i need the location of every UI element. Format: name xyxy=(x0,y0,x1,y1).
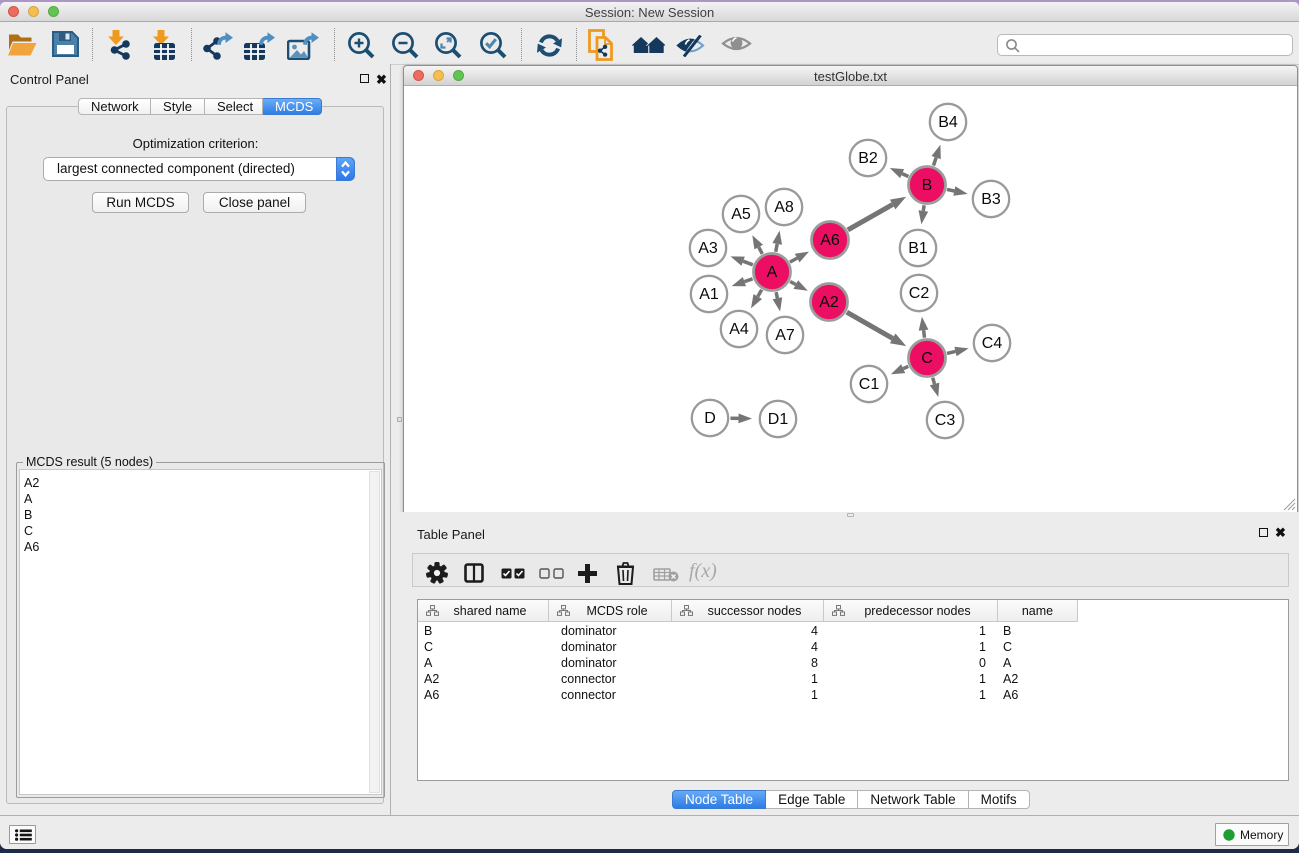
svg-text:C: C xyxy=(921,350,933,367)
svg-text:C4: C4 xyxy=(982,335,1003,352)
svg-text:C3: C3 xyxy=(935,412,956,429)
svg-text:A3: A3 xyxy=(698,240,718,257)
svg-text:A6: A6 xyxy=(820,232,840,249)
svg-text:C1: C1 xyxy=(859,376,880,393)
svg-text:B: B xyxy=(922,177,933,194)
svg-text:A7: A7 xyxy=(775,327,795,344)
svg-text:A: A xyxy=(767,264,778,281)
svg-text:D: D xyxy=(704,410,716,427)
svg-text:A2: A2 xyxy=(819,294,839,311)
svg-text:B4: B4 xyxy=(938,114,958,131)
svg-text:A5: A5 xyxy=(731,206,751,223)
svg-text:A4: A4 xyxy=(729,321,749,338)
svg-text:D1: D1 xyxy=(768,411,789,428)
svg-text:A8: A8 xyxy=(774,199,794,216)
svg-text:C2: C2 xyxy=(909,285,930,302)
svg-text:B1: B1 xyxy=(908,240,928,257)
svg-text:B3: B3 xyxy=(981,191,1001,208)
svg-text:B2: B2 xyxy=(858,150,878,167)
svg-text:A1: A1 xyxy=(699,286,719,303)
